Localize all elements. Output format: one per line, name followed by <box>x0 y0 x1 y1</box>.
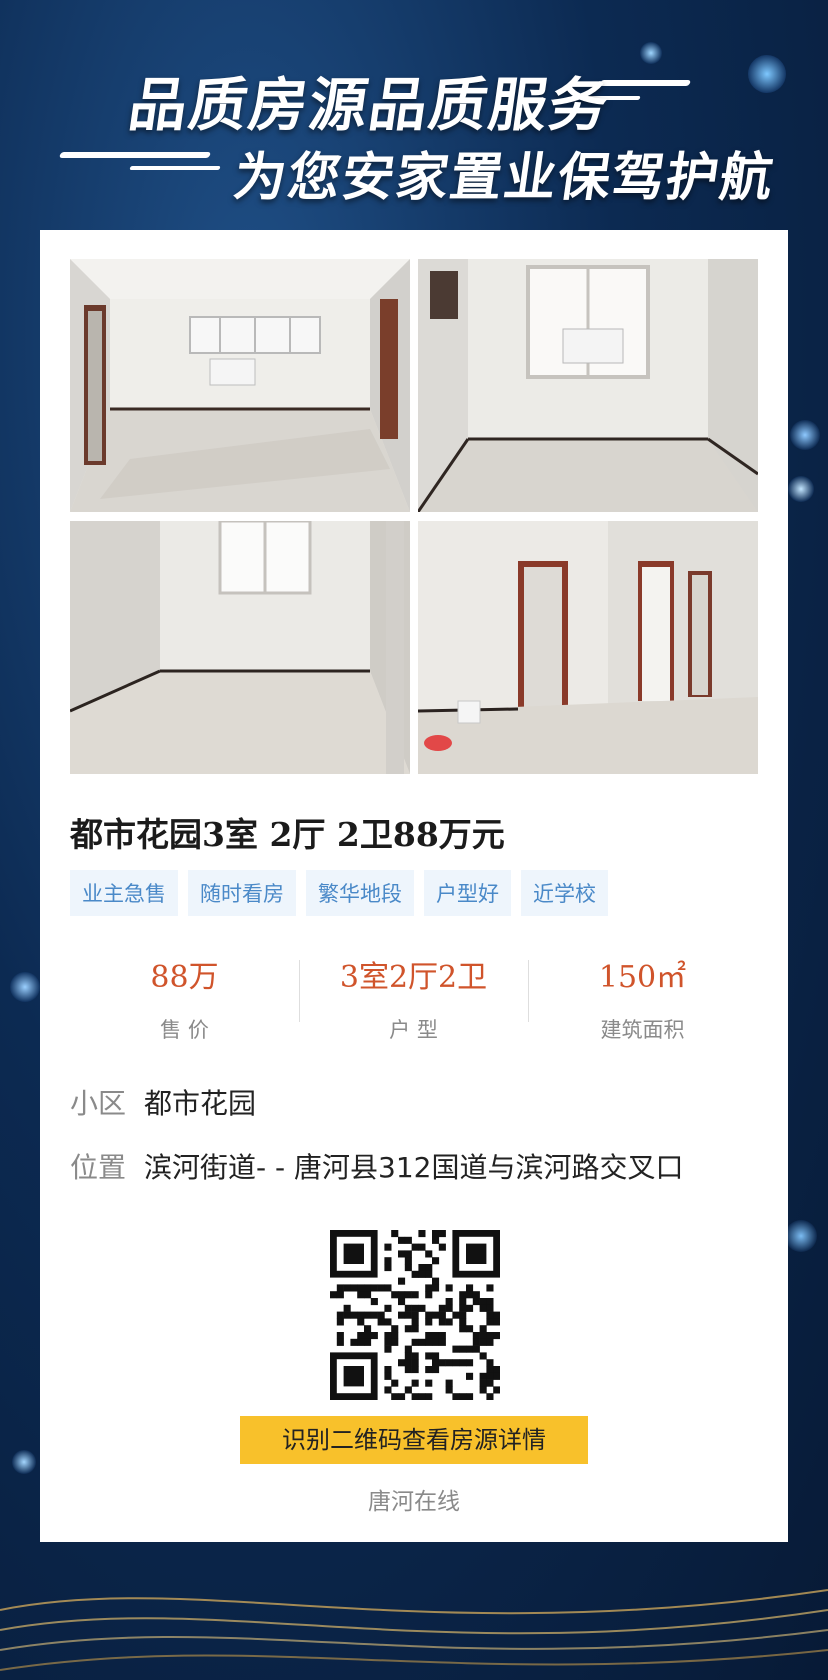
headline-line1: 品质房源品质服务 <box>124 71 615 139</box>
stat-value: 150㎡ <box>598 960 687 995</box>
scan-qr-button[interactable]: 识别二维码查看房源详情 <box>240 1416 588 1464</box>
stat-label: 户 型 <box>389 1018 438 1042</box>
stats-row: 88万 售 价 3室2厅2卫 户 型 150㎡ 建筑面积 <box>70 952 758 1052</box>
stat-layout: 3室2厅2卫 户 型 <box>299 952 528 1044</box>
header-banner: 品质房源品质服务 为您安家置业保驾护航 <box>0 30 828 210</box>
headline-line2: 为您安家置业保驾护航 <box>230 148 779 208</box>
room-photo[interactable] <box>418 259 758 512</box>
location-row: 位置 滨河街道- - 唐河县312国道与滨河路交叉口 <box>70 1146 683 1186</box>
bokeh-light <box>12 1450 36 1474</box>
stat-value: 88万 <box>150 960 219 995</box>
bokeh-light <box>10 972 40 1002</box>
tag-list: 业主急售 随时看房 繁华地段 户型好 近学校 <box>70 870 608 916</box>
bokeh-light <box>790 420 820 450</box>
community-value: 都市花园 <box>144 1087 257 1120</box>
location-key: 位置 <box>70 1151 127 1184</box>
photo-grid <box>70 259 758 774</box>
community-key: 小区 <box>70 1087 127 1120</box>
listing-title: 都市花园3室 2厅 2卫88万元 <box>70 815 505 854</box>
room-photo[interactable] <box>70 259 410 512</box>
tag-badge: 近学校 <box>521 870 608 916</box>
bokeh-light <box>788 476 814 502</box>
tag-badge: 繁华地段 <box>306 870 414 916</box>
listing-card: 都市花园3室 2厅 2卫88万元 业主急售 随时看房 繁华地段 户型好 近学校 … <box>40 230 788 1542</box>
stat-value: 3室2厅2卫 <box>339 960 488 995</box>
brand-name: 唐河在线 <box>368 1489 460 1515</box>
stat-price: 88万 售 价 <box>70 952 299 1044</box>
tag-badge: 业主急售 <box>70 870 178 916</box>
decor-stroke <box>58 152 212 158</box>
stat-area: 150㎡ 建筑面积 <box>528 952 757 1044</box>
community-row: 小区 都市花园 <box>70 1082 256 1122</box>
qr-code[interactable] <box>330 1230 501 1401</box>
decor-stroke <box>598 80 692 86</box>
bokeh-light <box>785 1220 817 1252</box>
tag-badge: 随时看房 <box>188 870 296 916</box>
decor-waves <box>0 1589 828 1671</box>
stat-label: 建筑面积 <box>600 1018 685 1042</box>
stat-label: 售 价 <box>160 1018 209 1042</box>
room-photo[interactable] <box>70 521 410 774</box>
decor-stroke <box>129 166 221 170</box>
room-photo[interactable] <box>418 521 758 774</box>
tag-badge: 户型好 <box>424 870 511 916</box>
location-value: 滨河街道- - 唐河县312国道与滨河路交叉口 <box>144 1151 684 1184</box>
